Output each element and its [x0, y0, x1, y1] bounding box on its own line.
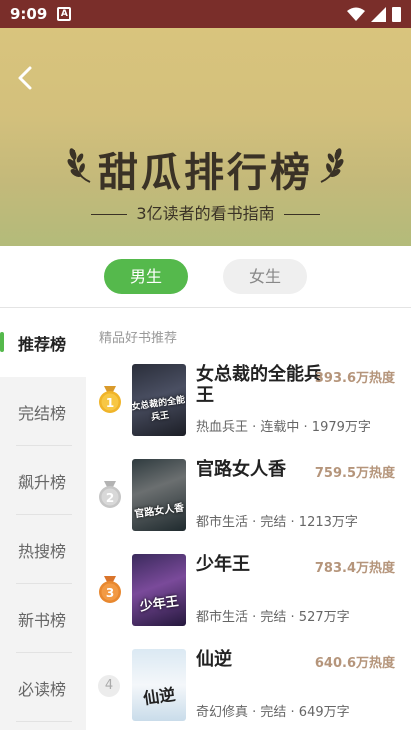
book-title: 女总裁的全能兵王	[196, 364, 322, 406]
book-title: 少年王	[196, 554, 250, 575]
sidebar-item-label: 推荐榜	[18, 334, 67, 354]
signal-icon	[371, 6, 386, 22]
sidebar-item-new-books[interactable]: 新书榜	[0, 584, 86, 653]
book-meta: 都市生活 · 完结 · 527万字	[196, 610, 350, 625]
ranking-sidebar: 推荐榜 完结榜 飙升榜 热搜榜 新书榜 必读榜	[0, 308, 86, 730]
book-cover: 仙逆	[132, 649, 186, 721]
sidebar-item-label: 飙升榜	[18, 472, 67, 492]
banner-subtitle: 3亿读者的看书指南	[136, 204, 275, 223]
book-cover: 女总裁的全能兵王	[132, 364, 186, 436]
book-meta: 热血兵王 · 连载中 · 1979万字	[196, 420, 371, 435]
banner-subtitle-row: 3亿读者的看书指南	[0, 200, 411, 224]
divider-line	[283, 214, 320, 215]
rank-number: 1	[106, 396, 114, 410]
status-icons	[347, 6, 401, 22]
banner: 甜瓜排行榜 3亿读者的看书指南	[0, 28, 411, 246]
status-bar: 9:09 A	[0, 0, 411, 28]
battery-icon	[392, 6, 401, 22]
rank-badge: 4	[98, 675, 120, 697]
cover-title: 仙逆	[142, 684, 177, 709]
wifi-icon	[347, 7, 365, 21]
rank-number: 2	[106, 491, 114, 505]
sidebar-item-label: 完结榜	[18, 403, 67, 423]
book-meta: 奇幻修真 · 完结 · 649万字	[196, 705, 350, 720]
silver-medal-icon: 2	[99, 481, 121, 508]
book-heat: 783.4万热度	[314, 561, 395, 576]
sidebar-item-label: 必读榜	[18, 679, 67, 699]
sidebar-item-must-read[interactable]: 必读榜	[0, 653, 86, 722]
sidebar-item-label: 热搜榜	[18, 541, 67, 561]
sidebar-item-label: 新书榜	[18, 610, 67, 630]
back-button[interactable]	[12, 62, 40, 94]
laurel-right-icon	[320, 148, 344, 183]
section-label: 精品好书推荐	[99, 331, 178, 346]
tab-female[interactable]: 女生	[223, 259, 307, 294]
sidebar-item-rising[interactable]: 飙升榜	[0, 446, 86, 515]
book-item[interactable]: 2 官路女人香 官路女人香 759.5万热度 都市生活 · 完结 · 1213万…	[86, 459, 411, 539]
book-item[interactable]: 3 少年王 少年王 783.4万热度 都市生活 · 完结 · 527万字	[86, 554, 411, 634]
book-cover: 少年王	[132, 554, 186, 626]
status-time: 9:09	[10, 5, 48, 23]
tab-male[interactable]: 男生	[104, 259, 188, 294]
book-item[interactable]: 1 女总裁的全能兵王 女总裁的全能兵王 393.6万热度 热血兵王 · 连载中 …	[86, 364, 411, 444]
divider	[16, 721, 72, 722]
book-meta: 都市生活 · 完结 · 1213万字	[196, 515, 358, 530]
bronze-medal-icon: 3	[99, 576, 121, 603]
rank-number: 3	[106, 586, 114, 600]
book-cover: 官路女人香	[132, 459, 186, 531]
book-heat: 393.6万热度	[314, 371, 395, 386]
book-heat: 759.5万热度	[314, 466, 395, 481]
sidebar-item-hot-search[interactable]: 热搜榜	[0, 515, 86, 584]
gender-tab-bar: 男生 女生	[0, 246, 411, 308]
gold-medal-icon: 1	[99, 386, 121, 413]
notification-a-icon: A	[57, 7, 72, 21]
book-item[interactable]: 4 仙逆 仙逆 640.6万热度 奇幻修真 · 完结 · 649万字	[86, 649, 411, 729]
cover-title: 官路女人香	[133, 502, 185, 521]
cover-title: 女总裁的全能兵王	[132, 395, 186, 424]
book-title: 官路女人香	[196, 459, 286, 480]
divider-line	[91, 214, 128, 215]
book-list-panel: 精品好书推荐 1 女总裁的全能兵王 女总裁的全能兵王 393.6万热度 热血兵王…	[86, 308, 411, 730]
book-heat: 640.6万热度	[314, 656, 395, 671]
active-indicator	[0, 332, 4, 352]
cover-title: 少年王	[138, 594, 180, 615]
sidebar-item-recommend[interactable]: 推荐榜	[0, 308, 86, 377]
book-title: 仙逆	[196, 649, 232, 670]
sidebar-item-finished[interactable]: 完结榜	[0, 377, 86, 446]
banner-title: 甜瓜排行榜	[98, 150, 313, 196]
back-arrow-icon	[18, 66, 32, 90]
